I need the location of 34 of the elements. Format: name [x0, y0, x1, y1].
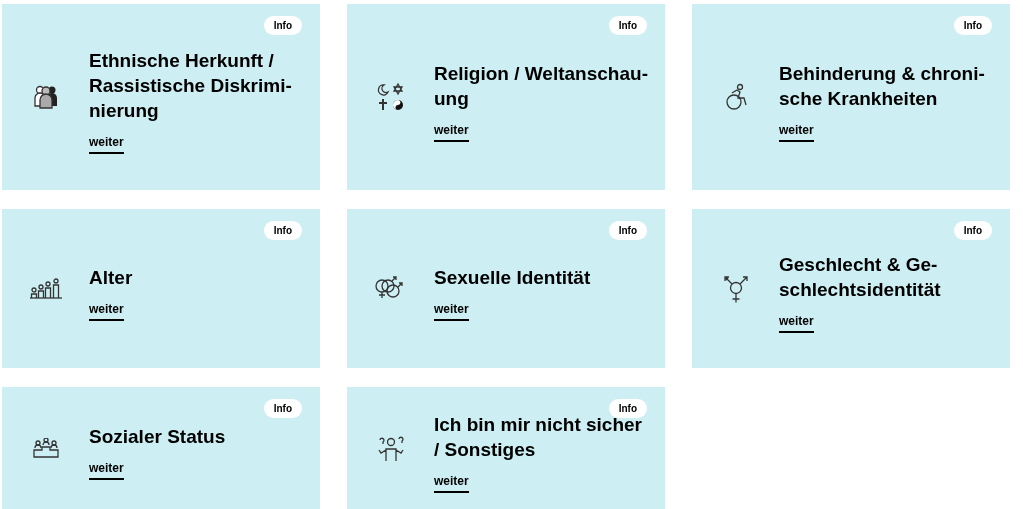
weiter-link[interactable]: weiter: [89, 301, 124, 321]
info-badge[interactable]: Info: [608, 221, 647, 240]
category-card[interactable]: Info Religion / Weltanschau- ung weiter: [347, 4, 665, 190]
category-title: Alter: [89, 265, 133, 290]
category-title: Behinderung & chroni- sche Krankheiten: [779, 61, 985, 111]
podium-icon: [32, 438, 59, 458]
weiter-link[interactable]: weiter: [434, 122, 469, 142]
info-badge[interactable]: Info: [263, 399, 302, 418]
category-title: Sexuelle Identität: [434, 265, 591, 290]
category-card[interactable]: Info Sexuelle Identität weiter: [347, 209, 665, 368]
weiter-link[interactable]: weiter: [779, 122, 814, 142]
weiter-link[interactable]: weiter: [89, 461, 124, 480]
category-card[interactable]: Info Behinderung & chroni- sche Krankheiten weiter: [692, 4, 1010, 190]
category-card[interactable]: Info Geschlecht & Ge- schlechtsidentität weiter: [692, 209, 1010, 368]
category-card[interactable]: Info Ethnische Herkunft / Rassistische Diskrimi- nierung weiter: [2, 4, 320, 190]
people-icon: [32, 84, 59, 110]
weiter-link[interactable]: weiter: [434, 473, 469, 493]
category-title: Ethnische Herkunft / Rassistische Diskrimi- nierung: [89, 49, 292, 123]
weiter-link[interactable]: weiter: [89, 135, 124, 154]
weiter-link[interactable]: weiter: [434, 301, 469, 321]
info-badge[interactable]: Info: [953, 221, 992, 240]
category-title: Geschlecht & Ge- schlechtsidentität: [779, 253, 941, 302]
info-badge[interactable]: Info: [953, 16, 992, 35]
info-badge[interactable]: Info: [608, 16, 647, 35]
info-badge[interactable]: Info: [608, 399, 647, 418]
category-title: Religion / Weltanschau- ung: [434, 61, 648, 111]
weiter-link[interactable]: weiter: [779, 314, 814, 333]
category-card[interactable]: Info Sozialer Status weiter: [2, 387, 320, 509]
family-figures-icon: [29, 277, 62, 300]
category-card[interactable]: Info Alter weiter: [2, 209, 320, 368]
category-title: Sozialer Status: [89, 425, 226, 449]
info-badge[interactable]: Info: [263, 221, 302, 240]
info-badge[interactable]: Info: [263, 16, 302, 35]
category-card[interactable]: Info Ich bin mir nicht sicher / Sonstiges weiter: [347, 387, 665, 509]
